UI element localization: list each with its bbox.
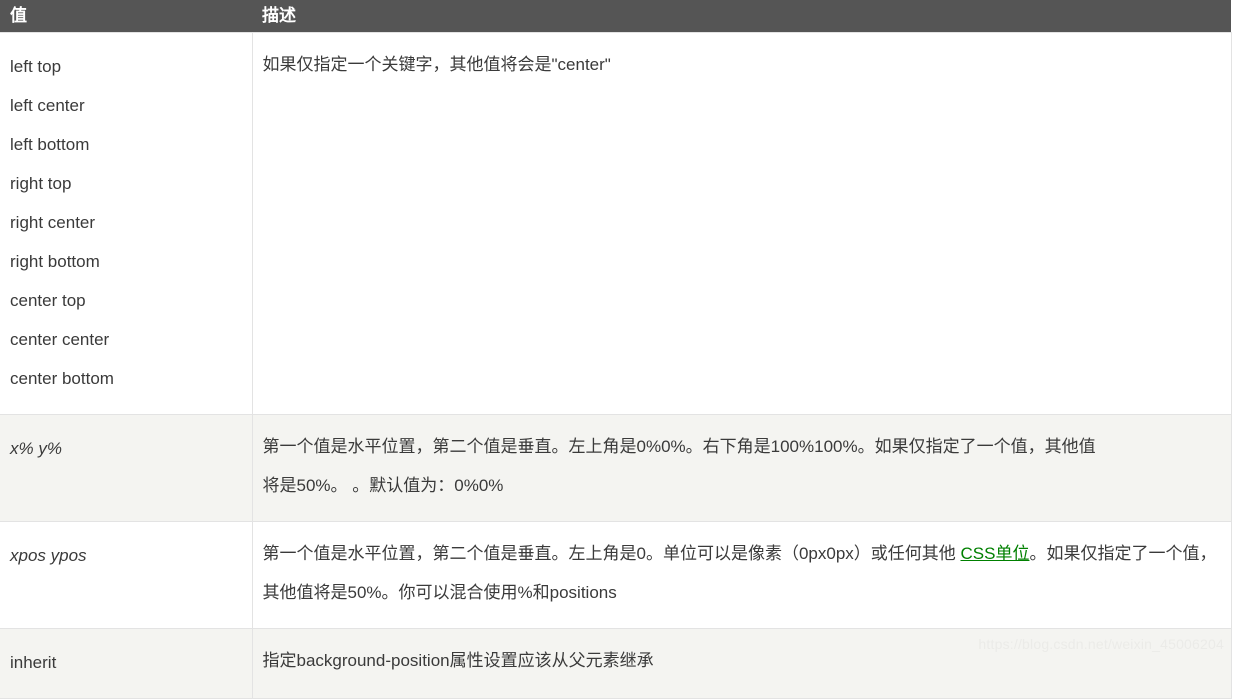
- css-units-link[interactable]: CSS单位: [961, 544, 1030, 563]
- table-header-row: 值 描述: [0, 0, 1231, 33]
- list-item: right center: [10, 213, 96, 232]
- description-text-line-2: 将是50%。 。默认值为：0%0%: [262, 476, 504, 495]
- description-text: 第一个值是水平位置，第二个值是垂直。左上角是0。单位可以是像素（0px0px）或…: [263, 534, 1221, 612]
- value-label-inherit: inherit: [10, 653, 57, 672]
- description-cell-keywords: 如果仅指定一个关键字，其他值将会是"center": [252, 32, 1232, 415]
- list-item: left bottom: [10, 135, 90, 154]
- value-cell-percent: x% y%: [0, 414, 253, 522]
- value-cell-keywords: left top left center left bottom right t…: [0, 32, 253, 415]
- value-cell-xpos-ypos: xpos ypos: [0, 521, 253, 629]
- description-cell-percent: 第一个值是水平位置，第二个值是垂直。左上角是0%0%。右下角是100%100%。…: [252, 414, 1232, 522]
- list-item: right top: [10, 174, 72, 193]
- property-values-table: 值 描述 left top left center left bottom ri…: [0, 0, 1232, 699]
- list-item: center center: [10, 330, 110, 349]
- column-header-description: 描述: [252, 0, 1231, 33]
- table-row: xpos ypos 第一个值是水平位置，第二个值是垂直。左上角是0。单位可以是像…: [0, 521, 1232, 629]
- property-values-table-wrapper: 值 描述 left top left center left bottom ri…: [0, 0, 1236, 699]
- list-item: left top: [10, 57, 62, 76]
- list-item: center top: [10, 291, 86, 310]
- description-text: 如果仅指定一个关键字，其他值将会是"center": [262, 55, 611, 74]
- table-row: left top left center left bottom right t…: [0, 32, 1232, 415]
- table-head: 值 描述: [0, 0, 1231, 33]
- description-text-line-1: 第一个值是水平位置，第二个值是垂直。左上角是0%0%。右下角是100%100%。…: [262, 437, 1096, 456]
- column-header-value: 值: [0, 0, 252, 33]
- description-text-before-link: 第一个值是水平位置，第二个值是垂直。左上角是0。单位可以是像素（0px0px）或…: [262, 544, 961, 563]
- value-label-percent: x% y%: [10, 439, 62, 458]
- value-label-xpos-ypos: xpos ypos: [10, 546, 87, 565]
- list-item: left center: [10, 96, 85, 115]
- list-item: center bottom: [10, 369, 114, 388]
- table-body: left top left center left bottom right t…: [0, 32, 1232, 699]
- description-cell-xpos-ypos: 第一个值是水平位置，第二个值是垂直。左上角是0。单位可以是像素（0px0px）或…: [252, 521, 1232, 629]
- list-item: right bottom: [10, 252, 100, 271]
- table-row: x% y% 第一个值是水平位置，第二个值是垂直。左上角是0%0%。右下角是100…: [0, 414, 1232, 522]
- description-text: 指定background-position属性设置应该从父元素继承: [262, 651, 654, 670]
- keyword-value-list: left top left center left bottom right t…: [10, 47, 242, 398]
